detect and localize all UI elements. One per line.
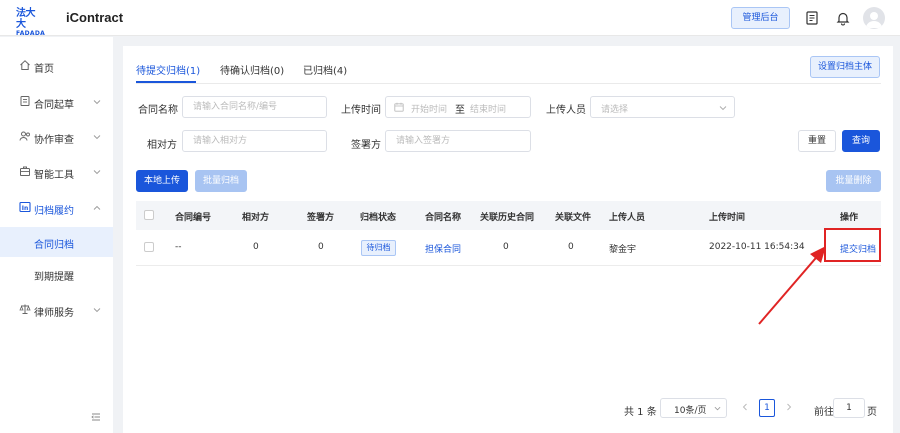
- column-header: 签署方: [307, 213, 335, 223]
- upload-time-label: 上传时间: [341, 105, 381, 116]
- column-header: 上传时间: [709, 213, 746, 223]
- tab-archived[interactable]: 已归档(4): [303, 62, 347, 77]
- chevron-down-icon: [93, 308, 101, 313]
- bell-icon[interactable]: [835, 10, 851, 26]
- contract-name-input[interactable]: [182, 96, 327, 118]
- next-page-icon[interactable]: [785, 403, 793, 411]
- admin-console-button[interactable]: 管理后台: [731, 7, 790, 29]
- chevron-down-icon: [719, 106, 727, 111]
- review-icon: [19, 131, 30, 141]
- counterparty-input[interactable]: [182, 130, 327, 152]
- set-archive-subject-button[interactable]: 设置归档主体: [810, 56, 880, 78]
- main-content: 待提交归档(1) 待确认归档(0) 已归档(4) 设置归档主体 合同名称 上传时…: [123, 46, 893, 433]
- user-avatar-icon: [866, 12, 882, 28]
- sidebar-item-label: 合同起草: [34, 100, 74, 111]
- batch-archive-button[interactable]: 批量归档: [195, 170, 247, 192]
- signer-label: 签署方: [351, 140, 381, 151]
- search-button[interactable]: 查询: [842, 130, 880, 152]
- chevron-down-icon: [93, 135, 101, 140]
- column-header: 操作: [840, 213, 859, 223]
- sidebar-subitem-label: 到期提醒: [34, 272, 74, 283]
- reset-button[interactable]: 重置: [798, 130, 836, 152]
- page-suffix: 页: [867, 407, 877, 418]
- sidebar-item-home[interactable]: 首页: [0, 51, 113, 81]
- sidebar-item-label: 协作审查: [34, 135, 74, 146]
- sidebar-item-label: 智能工具: [34, 170, 74, 181]
- logo-en-text: FADADA: [16, 30, 46, 37]
- fadada-logo[interactable]: 法大大 FADADA: [16, 8, 45, 37]
- chevron-down-icon: [93, 100, 101, 105]
- counterparty-cell: 0: [253, 242, 259, 252]
- signer-input[interactable]: [385, 130, 531, 152]
- uploader-label: 上传人员: [546, 105, 586, 116]
- column-header: 合同编号: [175, 213, 212, 223]
- contract-name-link[interactable]: 担保合同: [425, 242, 461, 255]
- table-header: 合同编号 相对方 签署方 归档状态 合同名称 关联历史合同 关联文件 上传人员 …: [136, 201, 881, 230]
- sidebar-item-label: 归档履约: [34, 206, 74, 217]
- sidebar-item-label: 律师服务: [34, 308, 74, 319]
- goto-label: 前往: [814, 407, 834, 418]
- avatar[interactable]: [863, 7, 885, 29]
- sidebar-item-archive[interactable]: In 归档履约: [0, 193, 113, 223]
- document-icon[interactable]: [804, 10, 820, 26]
- app-title: iContract: [66, 10, 124, 25]
- sidebar-subitem-contract-archive[interactable]: 合同归档: [0, 227, 113, 257]
- annotation-arrow-icon: [758, 246, 826, 325]
- sidebar-item-lawyer[interactable]: 律师服务: [0, 295, 113, 325]
- chevron-down-icon: [714, 406, 721, 411]
- date-range-separator: 至: [455, 105, 465, 116]
- tabs-divider: [136, 83, 881, 84]
- archive-icon: In: [19, 201, 31, 213]
- uploader-select[interactable]: 请选择: [590, 96, 735, 118]
- sidebar-item-review[interactable]: 协作审查: [0, 122, 113, 152]
- related-history-cell: 0: [503, 242, 509, 252]
- sidebar-subitem-expiry-reminder[interactable]: 到期提醒: [0, 259, 113, 289]
- related-files-cell: 0: [568, 242, 574, 252]
- tab-pending-submit[interactable]: 待提交归档(1): [136, 62, 200, 77]
- calendar-icon: [394, 102, 404, 112]
- sidebar-item-tools[interactable]: 智能工具: [0, 157, 113, 187]
- column-header: 相对方: [242, 213, 270, 223]
- chevron-down-icon: [93, 170, 101, 175]
- end-time-placeholder[interactable]: 结束时间: [470, 102, 506, 115]
- logo-cn-text: 法大大: [16, 8, 36, 30]
- page-size-value: 10条/页: [674, 406, 707, 416]
- select-all-checkbox[interactable]: [144, 210, 154, 220]
- column-header: 合同名称: [425, 213, 462, 223]
- total-count: 共 1 条: [624, 407, 657, 418]
- chevron-up-icon: [93, 205, 101, 210]
- sidebar-item-label: 首页: [34, 64, 54, 75]
- upload-time-range-picker[interactable]: 开始时间 至 结束时间: [385, 96, 531, 118]
- local-upload-button[interactable]: 本地上传: [136, 170, 188, 192]
- page-size-select[interactable]: 10条/页: [660, 398, 727, 418]
- svg-text:In: In: [22, 205, 29, 212]
- column-header: 归档状态: [360, 213, 397, 223]
- signer-cell: 0: [318, 242, 324, 252]
- row-checkbox[interactable]: [144, 242, 154, 252]
- sidebar: 首页 合同起草 协作审查 智能工具 In 归档履约 合同归档 到期提醒 律师服务: [0, 37, 113, 433]
- contract-name-label: 合同名称: [138, 105, 178, 116]
- column-header: 关联历史合同: [480, 213, 535, 223]
- toolbox-icon: [20, 166, 30, 176]
- column-header: 关联文件: [555, 213, 592, 223]
- contract-number-cell: --: [175, 242, 182, 252]
- collapse-menu-icon[interactable]: [90, 411, 102, 423]
- top-bar: 法大大 FADADA iContract 管理后台: [0, 0, 900, 37]
- column-header: 上传人员: [609, 213, 646, 223]
- goto-page-input[interactable]: 1: [833, 398, 865, 418]
- draft-icon: [20, 96, 30, 106]
- sidebar-item-draft[interactable]: 合同起草: [0, 87, 113, 117]
- counterparty-label: 相对方: [147, 140, 177, 151]
- current-page-button[interactable]: 1: [759, 399, 775, 417]
- tab-pending-confirm[interactable]: 待确认归档(0): [220, 62, 284, 77]
- prev-page-icon[interactable]: [741, 403, 749, 411]
- home-icon: [20, 60, 30, 70]
- uploader-select-placeholder: 请选择: [601, 105, 629, 115]
- sidebar-subitem-label: 合同归档: [34, 240, 74, 251]
- start-time-placeholder[interactable]: 开始时间: [411, 102, 447, 115]
- uploader-cell: 黎金宇: [609, 245, 637, 255]
- status-badge: 待归档: [361, 240, 396, 256]
- scales-icon: [19, 304, 31, 314]
- batch-delete-button[interactable]: 批量删除: [826, 170, 881, 192]
